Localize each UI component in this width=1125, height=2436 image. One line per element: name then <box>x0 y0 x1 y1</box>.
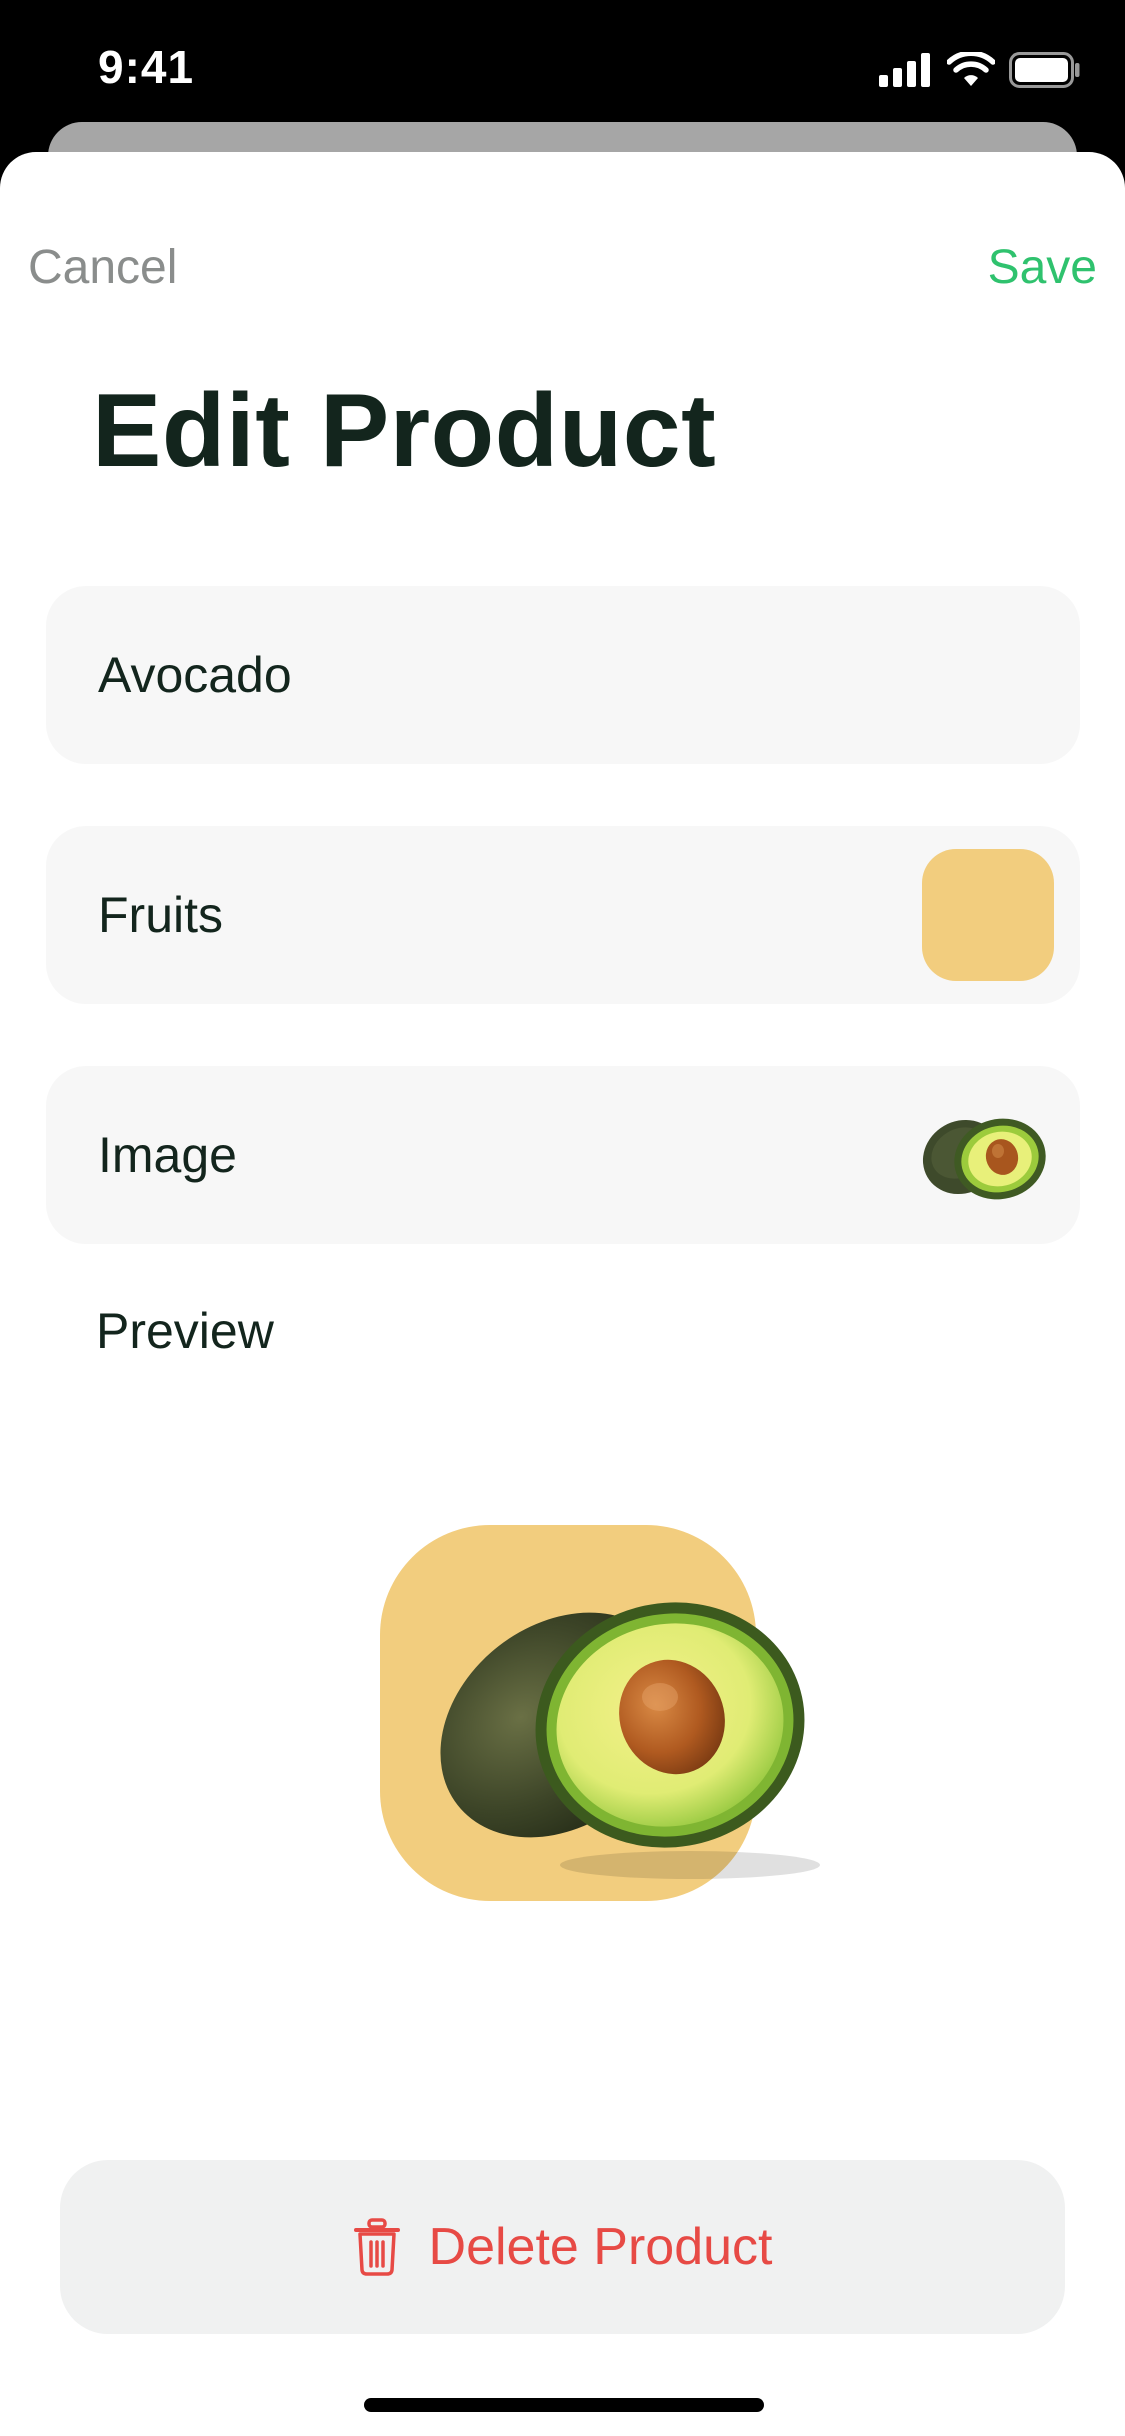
home-indicator[interactable] <box>364 2398 764 2412</box>
status-icons <box>879 50 1081 90</box>
trash-icon <box>353 2218 400 2276</box>
image-label: Image <box>98 1127 237 1183</box>
status-time: 9:41 <box>98 41 195 93</box>
page-title: Edit Product <box>92 373 717 489</box>
category-color-swatch[interactable] <box>922 849 1054 981</box>
status-bar: 9:41 <box>0 0 1125 132</box>
category-value: Fruits <box>98 887 223 943</box>
product-preview <box>380 1525 830 1905</box>
avocado-preview-image <box>440 1602 820 1879</box>
edit-product-sheet: Cancel Save Edit Product Avocado Fruits … <box>0 152 1125 2436</box>
image-field[interactable]: Image <box>46 1066 1080 1244</box>
category-field[interactable]: Fruits <box>46 826 1080 1004</box>
battery-icon <box>1009 52 1080 88</box>
app-screen: 9:41 Cancel Save Edit Product Avocado Fr… <box>0 0 1125 2436</box>
product-name-field[interactable]: Avocado <box>46 586 1080 764</box>
wifi-icon <box>947 52 995 86</box>
avocado-thumbnail[interactable] <box>914 1095 1054 1215</box>
save-button[interactable]: Save <box>988 240 1097 295</box>
delete-product-label: Delete Product <box>428 2218 773 2276</box>
cellular-signal-icon <box>879 53 930 87</box>
cancel-button[interactable]: Cancel <box>28 240 177 295</box>
delete-product-button[interactable]: Delete Product <box>60 2160 1065 2334</box>
product-name-value: Avocado <box>98 647 292 703</box>
preview-label: Preview <box>96 1303 274 1359</box>
